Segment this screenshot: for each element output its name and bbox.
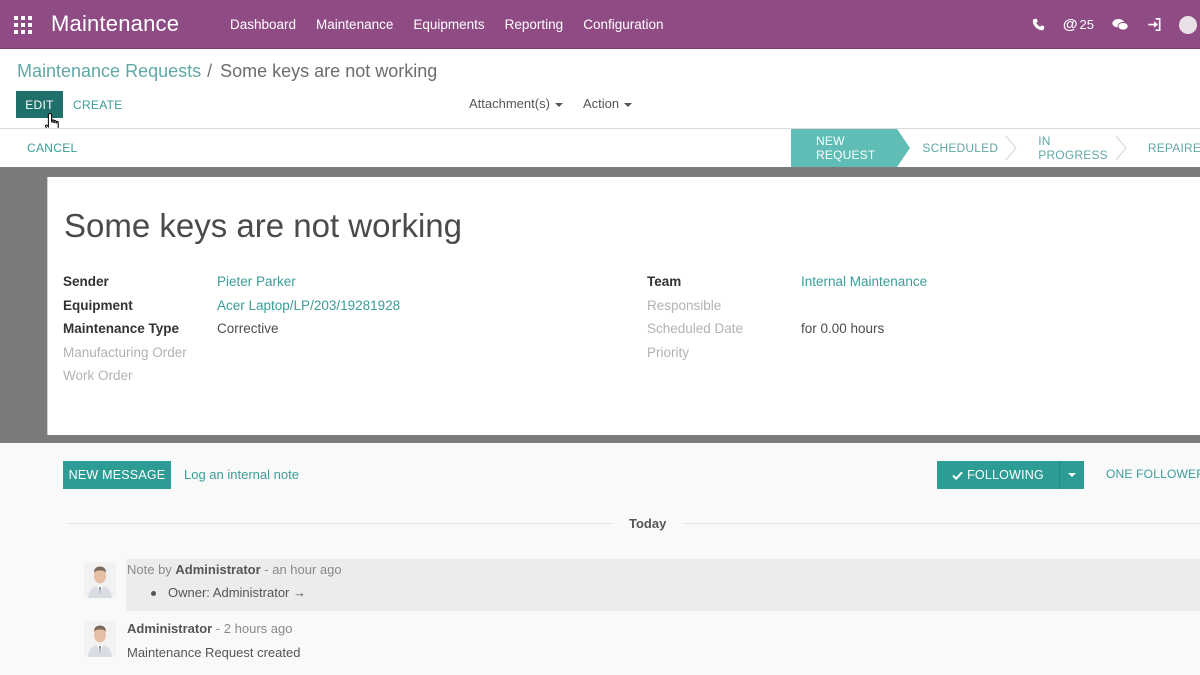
message-author[interactable]: Administrator: [175, 562, 260, 577]
mentions-counter[interactable]: @ 25: [1054, 16, 1103, 33]
field-label-sender: Sender: [63, 274, 109, 289]
record-title: Some keys are not working: [64, 207, 463, 244]
field-label-team: Team: [647, 274, 682, 289]
at-sign-icon: @: [1062, 16, 1078, 33]
log-note-link[interactable]: Log an internal note: [184, 467, 299, 482]
main-menu: Dashboard Maintenance Equipments Reporti…: [220, 0, 674, 49]
field-value-maintenance-type: Corrective: [217, 321, 279, 336]
attachments-label: Attachment(s): [469, 96, 550, 111]
menu-item-dashboard[interactable]: Dashboard: [220, 17, 306, 32]
field-label-priority: Priority: [647, 345, 690, 360]
menu-item-configuration[interactable]: Configuration: [573, 17, 673, 32]
message-body: Maintenance Request created: [127, 645, 301, 660]
action-dropdown[interactable]: Action: [583, 96, 633, 111]
field-value-duration: for 0.00 hours: [801, 321, 885, 336]
stage-label: IN PROGRESS: [1038, 134, 1108, 162]
breadcrumb: Maintenance Requests / Some keys are not…: [17, 61, 437, 82]
followers-link[interactable]: ONE FOLLOWER: [1106, 467, 1200, 481]
menu-item-maintenance[interactable]: Maintenance: [306, 17, 403, 32]
message-body: Owner: Administrator →: [151, 585, 306, 600]
message-header: Note by Administrator - an hour ago: [127, 562, 342, 577]
sign-in-icon[interactable]: [1138, 18, 1170, 31]
date-separator-label: Today: [612, 516, 684, 531]
menu-item-reporting[interactable]: Reporting: [495, 17, 574, 32]
check-icon: [952, 471, 963, 480]
menu-item-equipments[interactable]: Equipments: [403, 17, 494, 32]
field-label-manufacturing-order: Manufacturing Order: [63, 345, 187, 360]
breadcrumb-parent-link[interactable]: Maintenance Requests: [17, 61, 201, 82]
field-label-scheduled-date: Scheduled Date: [647, 321, 744, 336]
caret-down-icon: [1068, 473, 1076, 477]
stage-new-request[interactable]: NEW REQUEST: [791, 129, 911, 167]
caret-down-icon: [554, 102, 563, 107]
breadcrumb-current: Some keys are not working: [220, 61, 438, 81]
attachments-dropdown[interactable]: Attachment(s): [469, 96, 563, 111]
field-value-sender[interactable]: Pieter Parker: [217, 274, 296, 289]
following-button[interactable]: FOLLOWING: [937, 461, 1059, 489]
form-sheet: Some keys are not working Sender Pieter …: [47, 177, 1200, 435]
top-navbar: Maintenance Dashboard Maintenance Equipm…: [0, 0, 1200, 49]
message-time: - an hour ago: [260, 562, 342, 577]
tracking-value: Owner: Administrator →: [168, 585, 306, 600]
message-header: Administrator - 2 hours ago: [127, 621, 292, 636]
bullet-icon: [151, 591, 156, 597]
stage-scheduled[interactable]: SCHEDULED: [897, 129, 1017, 167]
field-label-responsible: Responsible: [647, 298, 722, 313]
create-button[interactable]: CREATE: [73, 91, 123, 118]
message-prefix: Note by: [127, 562, 176, 577]
following-dropdown-toggle[interactable]: [1059, 461, 1084, 489]
field-label-equipment: Equipment: [63, 298, 133, 313]
field-label-work-order: Work Order: [63, 368, 133, 383]
phone-icon[interactable]: [1023, 18, 1054, 31]
author-avatar[interactable]: [84, 562, 116, 598]
user-avatar-icon[interactable]: [1170, 15, 1200, 34]
stage-pipeline: NEW REQUEST SCHEDULED IN PROGRESS REPAIR…: [791, 129, 1200, 167]
message-author[interactable]: Administrator: [127, 621, 212, 636]
action-label: Action: [583, 96, 620, 111]
chat-bubbles-icon[interactable]: [1103, 18, 1138, 32]
message-time: - 2 hours ago: [212, 621, 293, 636]
apps-menu-icon[interactable]: [14, 16, 32, 34]
mentions-count: 25: [1079, 17, 1094, 32]
author-avatar[interactable]: [84, 621, 116, 657]
following-label: FOLLOWING: [967, 468, 1044, 482]
stage-label: SCHEDULED: [922, 141, 999, 155]
form-statusbar: CANCEL NEW REQUEST SCHEDULED IN PROGRESS…: [0, 129, 1200, 167]
stage-in-progress[interactable]: IN PROGRESS: [1016, 129, 1127, 167]
app-title: Maintenance: [51, 11, 180, 36]
systray: @ 25: [1023, 0, 1200, 49]
field-label-maintenance-type: Maintenance Type: [63, 321, 180, 336]
cancel-button[interactable]: CANCEL: [27, 141, 77, 155]
new-message-button[interactable]: NEW MESSAGE: [63, 461, 171, 489]
caret-down-icon: [624, 102, 633, 107]
stage-label: REPAIRED: [1147, 141, 1200, 155]
stage-repaired[interactable]: REPAIRED: [1126, 129, 1200, 167]
field-value-team[interactable]: Internal Maintenance: [801, 274, 927, 289]
breadcrumb-separator: /: [207, 61, 213, 81]
field-value-equipment[interactable]: Acer Laptop/LP/203/19281928: [217, 298, 400, 313]
